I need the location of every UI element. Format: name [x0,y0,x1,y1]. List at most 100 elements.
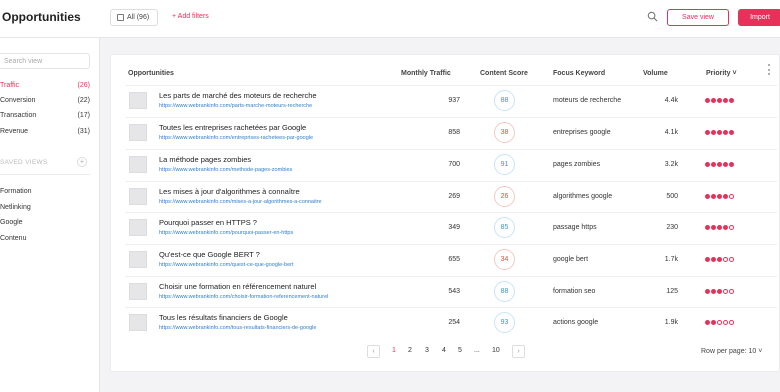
page-number-button[interactable]: 1 [392,347,396,354]
category-count: (22) [77,97,90,104]
table-row[interactable]: Tous les résultats financiers de Google … [125,307,777,339]
column-header-opportunities[interactable]: Opportunities [128,70,174,77]
next-page-button[interactable]: › [512,345,525,358]
sidebar-item-conversion[interactable]: Conversion (22) [0,97,90,104]
saved-view-formation[interactable]: Formation [0,188,32,195]
table-row[interactable]: Toutes les entreprises rachetées par Goo… [125,117,777,149]
sidebar-item-traffic[interactable]: Traffic (26) [0,82,90,89]
filter-chip-all[interactable]: All (96) [110,9,158,26]
sidebar-item-revenue[interactable]: Revenue (31) [0,128,90,135]
priority-dot [729,289,734,294]
saved-view-contenu[interactable]: Contenu [0,235,26,242]
focus-keyword: formation seo [553,288,596,295]
search-volume: 1.9k [664,319,678,326]
page-thumbnail [129,124,147,141]
prev-page-button[interactable]: ‹ [367,345,380,358]
content-score-badge: 26 [494,186,515,207]
opportunity-url-link[interactable]: https://www.webrankinfo.com/mises-a-jour… [159,199,322,205]
rows-per-page-select[interactable]: Row per page: 10 ˅ [701,348,762,355]
add-saved-view-button[interactable]: + [77,157,87,167]
priority-dot [705,98,710,103]
focus-keyword: google bert [553,256,589,263]
opportunity-title[interactable]: La méthode pages zombies [159,155,251,164]
table-row[interactable]: La méthode pages zombies https://www.web… [125,149,777,181]
column-header-keyword[interactable]: Focus Keyword [553,70,605,77]
search-icon[interactable] [647,11,658,22]
content-score-badge: 38 [494,122,515,143]
opportunity-title[interactable]: Tous les résultats financiers de Google [159,313,288,322]
saved-view-netlinking[interactable]: Netlinking [0,204,31,211]
page-number-button[interactable]: 4 [442,347,446,354]
priority-dot [705,225,710,230]
focus-keyword: passage https [553,224,597,231]
priority-dot [717,98,722,103]
filter-chip-label: All (96) [127,14,150,21]
opportunity-url-link[interactable]: https://www.webrankinfo.com/pourquoi-pas… [159,230,293,236]
category-label: Transaction [0,112,37,119]
table-row[interactable]: Les parts de marché des moteurs de reche… [125,85,777,117]
search-view-input[interactable]: Search view [0,53,90,69]
priority-dot [717,289,722,294]
page-thumbnail [129,219,147,236]
search-volume: 4.4k [664,97,678,104]
opportunity-title[interactable]: Les parts de marché des moteurs de reche… [159,91,317,100]
page-number-button[interactable]: 2 [408,347,412,354]
more-options-icon[interactable] [767,64,771,78]
priority-dot [723,130,728,135]
opportunity-url-link[interactable]: https://www.webrankinfo.com/entreprises-… [159,135,313,141]
opportunity-title[interactable]: Pourquoi passer en HTTPS ? [159,218,257,227]
priority-dot [705,320,710,325]
focus-keyword: pages zombies [553,161,601,168]
priority-dot [711,289,716,294]
sidebar: Search view Traffic (26) Conversion (22)… [0,38,100,392]
page-number-button[interactable]: 5 [458,347,462,354]
page-thumbnail [129,251,147,268]
opportunity-url-link[interactable]: https://www.webrankinfo.com/tous-resulta… [159,325,316,331]
search-volume: 4.1k [664,129,678,136]
opportunity-url-link[interactable]: https://www.webrankinfo.com/methode-page… [159,167,292,173]
priority-dot [711,98,716,103]
opportunity-title[interactable]: Qu'est-ce que Google BERT ? [159,250,260,259]
focus-keyword: actions google [553,319,599,326]
search-volume: 230 [666,224,678,231]
priority-dot [729,320,734,325]
page-number-button[interactable]: 10 [492,347,500,354]
table-row[interactable]: Qu'est-ce que Google BERT ? https://www.… [125,244,777,276]
priority-rating [705,194,734,200]
opportunity-url-link[interactable]: https://www.webrankinfo.com/choisir-form… [159,294,328,300]
priority-dot [723,98,728,103]
column-header-volume[interactable]: Volume [643,70,668,77]
save-view-button[interactable]: Save view [667,9,729,26]
search-volume: 125 [666,288,678,295]
priority-dot [729,225,734,230]
table-row[interactable]: Pourquoi passer en HTTPS ? https://www.w… [125,212,777,244]
opportunity-title[interactable]: Choisir une formation en référencement n… [159,282,316,291]
priority-dot [717,130,722,135]
table-row[interactable]: Les mises à jour d'algorithmes à connaît… [125,181,777,213]
priority-dot [705,130,710,135]
monthly-traffic: 655 [448,256,460,263]
saved-view-google[interactable]: Google [0,219,23,226]
page-number-button[interactable]: 3 [425,347,429,354]
column-header-score[interactable]: Content Score [480,70,528,77]
opportunity-title[interactable]: Toutes les entreprises rachetées par Goo… [159,123,306,132]
opportunities-table-card: Opportunities Monthly Traffic Content Sc… [110,54,780,372]
priority-dot [717,194,722,199]
category-label: Conversion [0,97,36,104]
column-header-priority[interactable]: Priority ˅ [706,70,737,77]
opportunity-url-link[interactable]: https://www.webrankinfo.com/quest-ce-que… [159,262,294,268]
category-label: Traffic [0,82,20,89]
priority-rating [705,162,734,168]
sidebar-item-transaction[interactable]: Transaction (17) [0,112,90,119]
import-button[interactable]: Import [738,9,780,26]
priority-dot [717,162,722,167]
add-filters-link[interactable]: + Add filters [172,13,209,20]
column-header-traffic[interactable]: Monthly Traffic [401,70,451,77]
opportunity-title[interactable]: Les mises à jour d'algorithmes à connaît… [159,187,300,196]
table-row[interactable]: Choisir une formation en référencement n… [125,276,777,308]
priority-rating [705,289,734,295]
opportunity-url-link[interactable]: https://www.webrankinfo.com/parts-marche… [159,103,312,109]
priority-dot [729,162,734,167]
category-label: Revenue [0,128,29,135]
priority-dot [711,320,716,325]
